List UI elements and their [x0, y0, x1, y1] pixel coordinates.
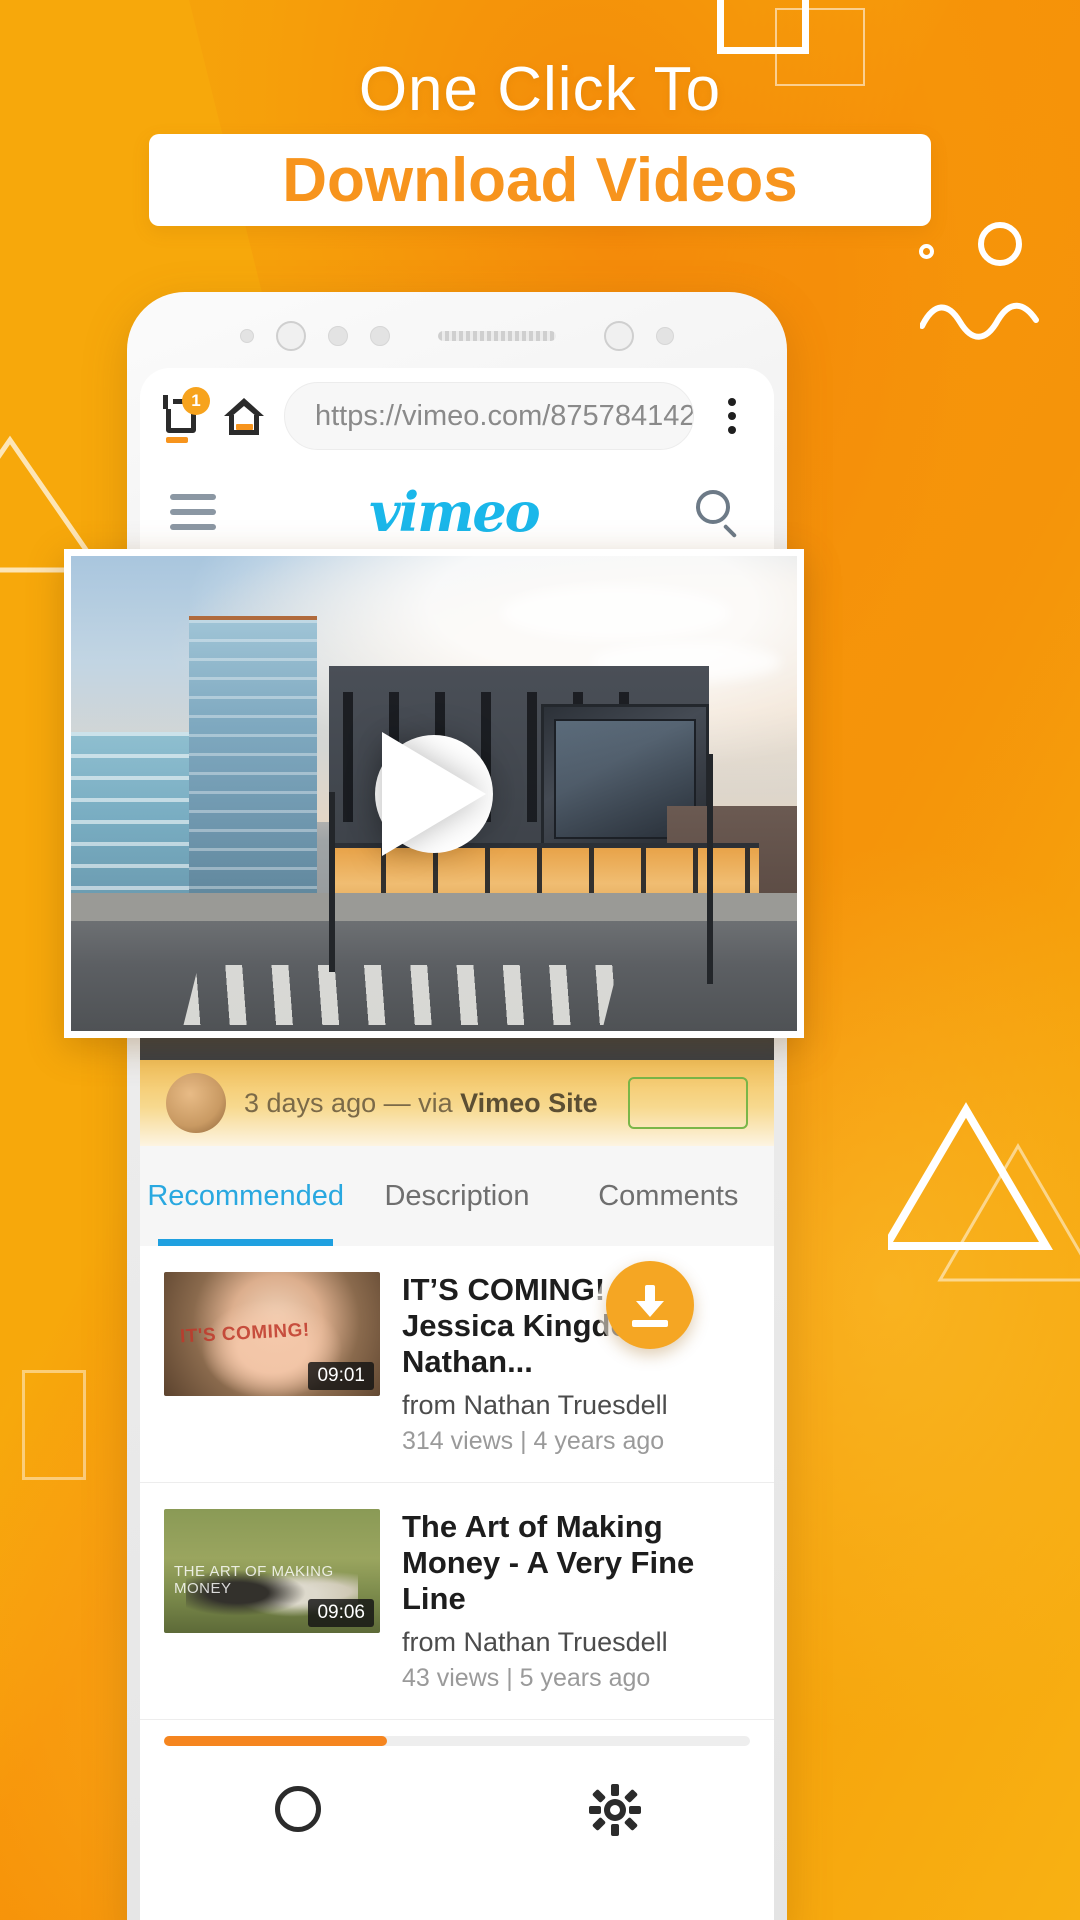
- gear-icon[interactable]: [587, 1782, 643, 1838]
- promo-screenshot: One Click To Download Videos 1 https://v…: [0, 0, 1080, 1920]
- home-icon[interactable]: [222, 394, 266, 438]
- download-arrow-icon: [630, 1283, 670, 1327]
- tab-description[interactable]: Description: [351, 1146, 562, 1246]
- front-camera-icon: [276, 321, 306, 351]
- vimeo-logo[interactable]: vimeo: [369, 480, 540, 544]
- video-title[interactable]: The Art of Making Money - A Very Fine Li…: [402, 1509, 750, 1617]
- video-source: Vimeo Site: [460, 1087, 598, 1118]
- video-thumbnail-large: [71, 556, 797, 1031]
- sensor-dot-icon: [370, 326, 390, 346]
- thumbnail-overlay-text: THE ART OF MAKING MONEY: [174, 1562, 334, 1597]
- glass-tower-building: [189, 616, 317, 916]
- decorative-wave-icon: [920, 302, 1039, 340]
- sensor-dot-icon: [240, 329, 254, 343]
- video-duration: 09:06: [308, 1598, 374, 1627]
- page-title: One Click To: [358, 55, 722, 124]
- avatar[interactable]: [166, 1073, 226, 1133]
- progress-track: [164, 1735, 750, 1746]
- crosswalk-stripes: [183, 965, 619, 1025]
- video-stats: 314 views | 4 years ago: [402, 1426, 665, 1455]
- street-pole: [329, 792, 335, 972]
- cloud-shape: [501, 586, 731, 640]
- search-icon[interactable]: [692, 486, 744, 538]
- list-item-body: The Art of Making Money - A Very Fine Li…: [402, 1509, 750, 1693]
- headline-card: Download Videos: [149, 134, 931, 226]
- follow-button[interactable]: [628, 1077, 748, 1129]
- headline-accent: Download Videos: [282, 145, 798, 215]
- video-upload-time: 3 days ago — via: [244, 1087, 461, 1118]
- browser-toolbar: 1 https://vimeo.com/875784142?: [140, 368, 774, 464]
- sensor-dot-icon: [328, 326, 348, 346]
- video-meta-text: 3 days ago — via Vimeo Site: [244, 1088, 598, 1119]
- download-progress: [140, 1719, 774, 1756]
- phone-sensors: [240, 321, 674, 351]
- browser-circle-icon[interactable]: [271, 1782, 325, 1836]
- site-header: vimeo: [140, 464, 774, 560]
- earpiece-speaker: [438, 331, 556, 341]
- decorative-square-bottom-left: [22, 1370, 86, 1480]
- play-triangle-icon[interactable]: [382, 731, 486, 856]
- thumbnail-overlay-text: IT'S COMING!: [179, 1319, 311, 1348]
- video-thumbnail[interactable]: THE ART OF MAKING MONEY 09:06: [164, 1508, 380, 1633]
- decorative-circle-large: [978, 222, 1022, 266]
- video-meta-row: 3 days ago — via Vimeo Site: [140, 1060, 774, 1146]
- video-preview-card[interactable]: [64, 549, 804, 1038]
- phone-bezel: [127, 292, 787, 366]
- hamburger-icon[interactable]: [170, 493, 216, 530]
- video-author[interactable]: from Nathan Truesdell: [402, 1627, 750, 1658]
- bottom-navigation: [140, 1755, 774, 1838]
- front-camera-icon: [604, 321, 634, 351]
- kebab-menu-icon[interactable]: [712, 398, 752, 434]
- street-pole: [707, 754, 713, 984]
- sensor-dot-icon: [656, 327, 674, 345]
- video-author[interactable]: from Nathan Truesdell: [402, 1390, 750, 1421]
- phone-mockup: 1 https://vimeo.com/875784142? vimeo 3 d…: [127, 292, 787, 1920]
- progress-fill: [164, 1735, 387, 1746]
- decorative-triangle-right-thin: [937, 1143, 1080, 1282]
- list-item[interactable]: THE ART OF MAKING MONEY 09:06 The Art of…: [140, 1483, 774, 1720]
- tab-recommended[interactable]: Recommended: [140, 1146, 351, 1246]
- video-stats: 43 views | 5 years ago: [402, 1663, 651, 1692]
- content-tabs: Recommended Description Comments: [140, 1146, 774, 1246]
- url-input[interactable]: https://vimeo.com/875784142?: [284, 382, 694, 450]
- tab-stack-icon[interactable]: 1: [162, 387, 210, 443]
- download-fab-button[interactable]: [606, 1261, 694, 1349]
- tab-count-badge: 1: [182, 387, 210, 415]
- decorative-circle-small: [919, 244, 934, 259]
- tab-comments[interactable]: Comments: [563, 1146, 774, 1246]
- video-thumbnail[interactable]: IT'S COMING! 09:01: [164, 1272, 380, 1396]
- video-duration: 09:01: [308, 1362, 374, 1390]
